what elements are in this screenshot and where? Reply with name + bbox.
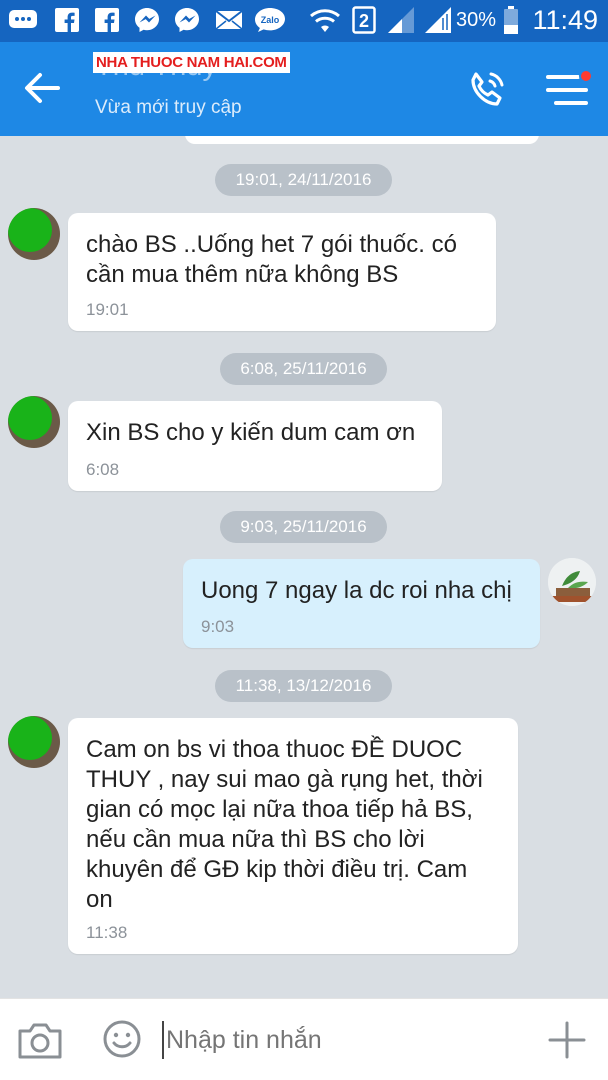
sim2-icon: 2	[352, 6, 376, 34]
add-attachment-button[interactable]	[548, 1021, 586, 1059]
emoji-button[interactable]	[102, 1019, 142, 1059]
message-text-line: cần mua thêm nữa không BS	[86, 261, 399, 288]
message-bubble-incoming[interactable]: chào BS ..Uống het 7 gói thuốc. có cần m…	[68, 213, 496, 331]
plus-icon	[548, 1021, 586, 1059]
my-avatar[interactable]	[548, 558, 596, 606]
messenger-icon	[173, 7, 201, 33]
svg-text:Zalo: Zalo	[261, 15, 280, 25]
date-separator: 6:08, 25/11/2016	[220, 353, 387, 385]
phone-icon	[471, 72, 504, 106]
message-bubble-outgoing[interactable]: Uong 7 ngay la dc roi nha chị 9:03	[183, 559, 540, 648]
message-text-line: Cam on bs vi thoa thuoc ĐỀ DUOC	[86, 736, 463, 763]
contact-avatar[interactable]	[8, 716, 60, 768]
contact-avatar[interactable]	[8, 208, 60, 260]
zalo-icon: Zalo	[253, 7, 287, 33]
message-bubble-incoming[interactable]: Cam on bs vi thoa thuoc ĐỀ DUOC THUY , n…	[68, 718, 518, 954]
watermark-label: NHA THUOC NAM HAI.COM	[93, 52, 290, 73]
signal-icon	[385, 7, 417, 33]
menu-button[interactable]	[542, 69, 594, 110]
menu-icon	[546, 69, 593, 105]
message-input[interactable]	[162, 1021, 502, 1059]
message-text-line: THUY , nay sui mao gà rụng het, thời	[86, 766, 483, 793]
messenger-icon	[133, 7, 161, 33]
composer-bar	[0, 998, 608, 1080]
previous-message-bubble	[185, 136, 539, 144]
signal-icon	[422, 7, 454, 33]
message-bubble-incoming[interactable]: Xin BS cho y kiến dum cam ơn 6:08	[68, 401, 442, 491]
contact-status: Vừa mới truy cập	[95, 97, 242, 118]
contact-avatar[interactable]	[8, 396, 60, 448]
mail-icon	[214, 7, 244, 33]
facebook-icon	[94, 7, 120, 33]
date-separator: 19:01, 24/11/2016	[215, 164, 392, 196]
date-separator: 9:03, 25/11/2016	[220, 511, 387, 543]
message-list[interactable]: 19:01, 24/11/2016 chào BS ..Uống het 7 g…	[0, 136, 608, 998]
message-time: 19:01	[86, 300, 129, 319]
date-separator: 11:38, 13/12/2016	[215, 670, 392, 702]
message-time: 6:08	[86, 460, 120, 479]
status-bar: Zalo 2 30% 11:49	[0, 0, 608, 42]
message-time: 11:38	[86, 923, 128, 942]
wifi-icon	[308, 7, 342, 33]
message-time: 9:03	[201, 617, 235, 636]
message-text-line: khuyên để GĐ kip thời điều trị. Cam	[86, 856, 468, 883]
camera-button[interactable]	[16, 1019, 64, 1061]
facebook-icon	[54, 7, 80, 33]
notification-dot	[579, 69, 593, 83]
arrow-left-icon	[25, 73, 60, 103]
smiley-icon	[103, 1020, 141, 1058]
battery-icon	[500, 6, 522, 34]
battery-percent: 30%	[455, 9, 496, 31]
call-button[interactable]	[466, 70, 506, 110]
back-button[interactable]	[22, 68, 70, 112]
message-text-line: chào BS ..Uống het 7 gói thuốc. có	[86, 231, 457, 258]
svg-text:2: 2	[359, 11, 369, 31]
message-text-line: nếu cần mua nữa thì BS cho lời	[86, 826, 425, 853]
message-text-line: Uong 7 ngay la dc roi nha chị	[201, 577, 512, 604]
message-text-line: gian có mọc lại nữa thoa tiếp hả BS,	[86, 796, 473, 823]
chat-header: Thu Thuy NHA THUOC NAM HAI.COM Vừa mới t…	[0, 42, 608, 136]
message-icon	[6, 7, 40, 33]
camera-icon	[18, 1023, 62, 1059]
clock: 11:49	[532, 5, 598, 35]
plant-photo-icon	[548, 558, 596, 606]
message-text-line: on	[86, 886, 113, 913]
message-text-line: Xin BS cho y kiến dum cam ơn	[86, 419, 416, 446]
